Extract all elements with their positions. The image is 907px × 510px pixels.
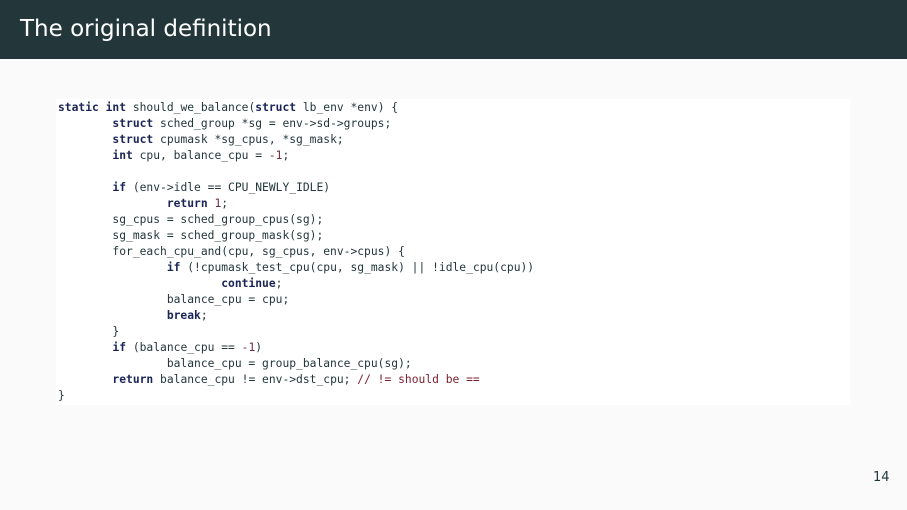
code-text: balance_cpu = cpu; <box>58 293 290 306</box>
code-text: balance_cpu != env->dst_cpu; <box>153 373 358 386</box>
code-text: ; <box>275 277 283 290</box>
code-text: (balance_cpu == <box>126 341 242 354</box>
code-text: cpu, balance_cpu = <box>132 149 269 162</box>
code-keyword: return <box>112 373 154 386</box>
code-comment: // != should be == <box>357 373 480 386</box>
code-keyword: struct <box>112 133 154 146</box>
code-keyword: break <box>166 309 201 322</box>
code-line: for_each_cpu_and(cpu, sg_cpus, env->cpus… <box>58 244 534 260</box>
code-line: } <box>58 388 534 404</box>
page-number: 14 <box>873 470 890 485</box>
code-text: for_each_cpu_and(cpu, sg_cpus, env->cpus… <box>58 245 405 258</box>
code-text: sg_cpus = sched_group_cpus(sg); <box>58 213 324 226</box>
code-keyword: int <box>112 149 133 162</box>
code-listing: static int should_we_balance(struct lb_e… <box>58 100 534 404</box>
code-line: if (balance_cpu == -1) <box>58 340 534 356</box>
code-text: ; <box>200 309 208 322</box>
code-text: should_we_balance( <box>126 101 256 114</box>
code-text: (env->idle == CPU_NEWLY_IDLE) <box>126 181 331 194</box>
code-line: return balance_cpu != env->dst_cpu; // !… <box>58 372 534 388</box>
code-text: cpumask *sg_cpus, *sg_mask; <box>153 133 344 146</box>
code-line: break; <box>58 308 534 324</box>
code-line: int cpu, balance_cpu = -1; <box>58 148 534 164</box>
code-text: sg_mask = sched_group_mask(sg); <box>58 229 324 242</box>
code-block: static int should_we_balance(struct lb_e… <box>56 99 850 405</box>
code-text: ; <box>221 197 229 210</box>
code-keyword: static <box>58 101 99 114</box>
code-line: struct cpumask *sg_cpus, *sg_mask; <box>58 132 534 148</box>
code-line: return 1; <box>58 196 534 212</box>
code-keyword: if <box>166 261 181 274</box>
code-text: } <box>58 389 65 402</box>
code-line: static int should_we_balance(struct lb_e… <box>58 100 534 116</box>
code-number: -1 <box>268 149 283 162</box>
code-text: sched_group *sg = env->sd->groups; <box>153 117 392 130</box>
code-line: continue; <box>58 276 534 292</box>
code-keyword: return <box>166 197 208 210</box>
code-number: -1 <box>241 341 256 354</box>
code-keyword: if <box>112 181 127 194</box>
code-keyword: continue <box>221 277 276 290</box>
code-line: sg_cpus = sched_group_cpus(sg); <box>58 212 534 228</box>
code-text: balance_cpu = group_balance_cpu(sg); <box>58 357 412 370</box>
code-text: } <box>58 325 120 338</box>
code-keyword: if <box>112 341 127 354</box>
slide-title: The original definition <box>20 16 272 42</box>
code-line: } <box>58 324 534 340</box>
code-keyword: struct <box>112 117 154 130</box>
slide-header: The original definition <box>0 0 907 59</box>
code-line: struct sched_group *sg = env->sd->groups… <box>58 116 534 132</box>
code-line: balance_cpu = cpu; <box>58 292 534 308</box>
code-text: lb_env *env) { <box>296 101 399 114</box>
code-keyword: struct <box>255 101 297 114</box>
code-text: ; <box>282 149 290 162</box>
code-line: if (!cpumask_test_cpu(cpu, sg_mask) || !… <box>58 260 534 276</box>
code-line: balance_cpu = group_balance_cpu(sg); <box>58 356 534 372</box>
code-line: sg_mask = sched_group_mask(sg); <box>58 228 534 244</box>
code-text: (!cpumask_test_cpu(cpu, sg_mask) || !idl… <box>180 261 535 274</box>
code-line: if (env->idle == CPU_NEWLY_IDLE) <box>58 180 534 196</box>
code-keyword: int <box>105 101 127 114</box>
code-text: ) <box>255 341 263 354</box>
